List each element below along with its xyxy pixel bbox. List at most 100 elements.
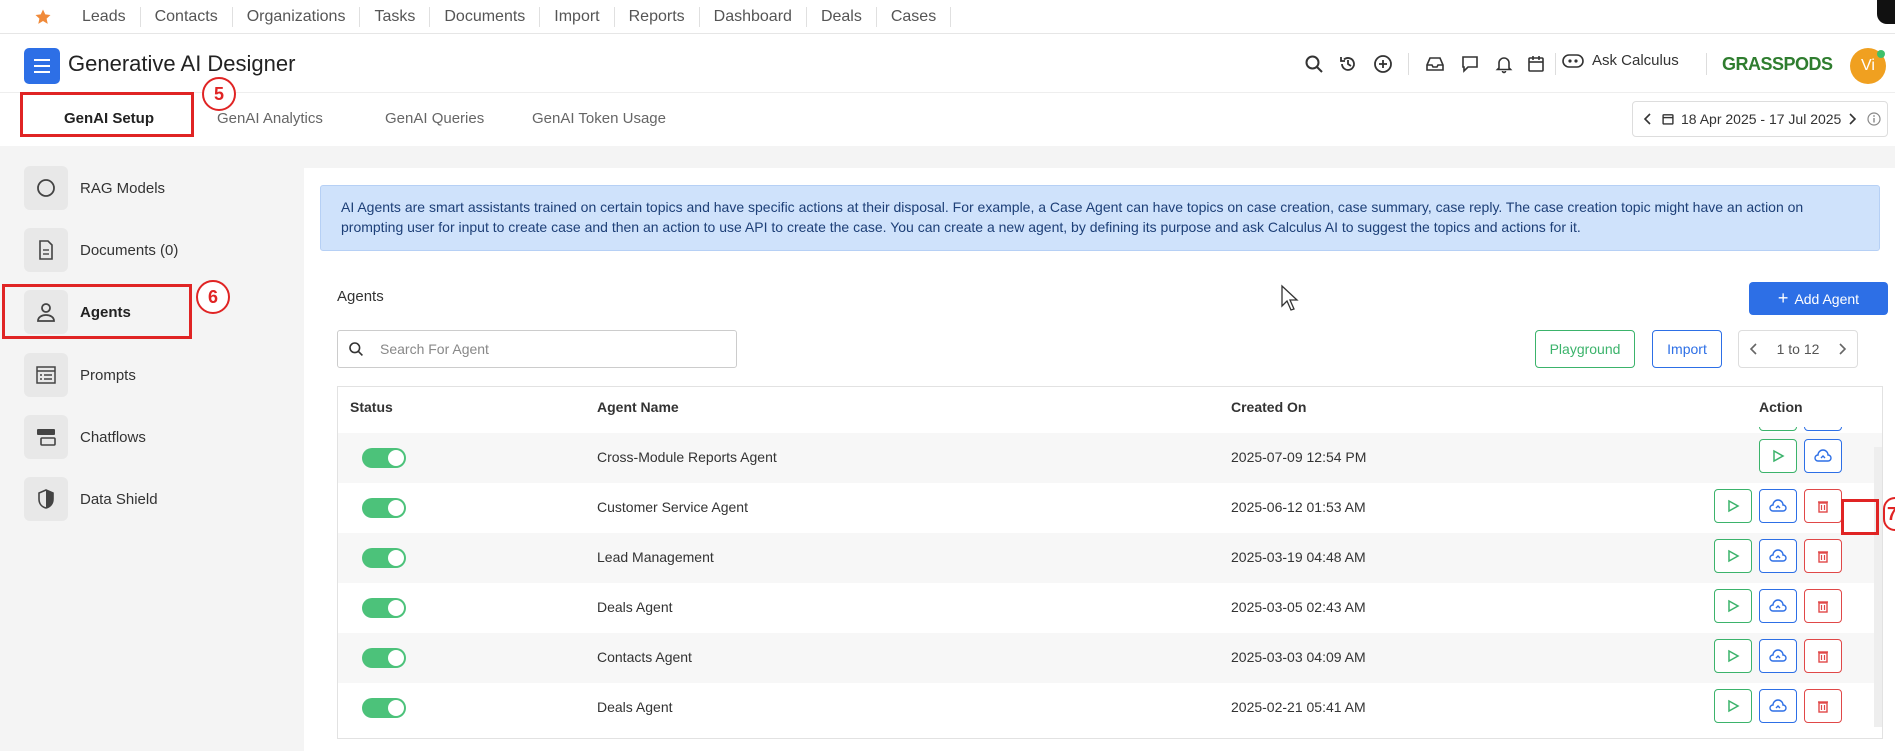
sidebar-item-chatflows[interactable]: Chatflows [24,415,192,459]
import-button[interactable]: Import [1652,330,1722,368]
avatar-initials: Vi [1861,57,1875,74]
sidebar-item-rag-models[interactable]: RAG Models [24,166,192,210]
export-agent-button[interactable] [1759,539,1797,573]
status-toggle[interactable] [362,548,406,568]
sidebar-item-label: Chatflows [80,428,146,446]
status-toggle[interactable] [362,498,406,518]
search-box [337,330,737,368]
run-agent-button[interactable] [1759,439,1797,473]
nav-import[interactable]: Import [540,6,615,27]
export-agent-button[interactable] [1759,489,1797,523]
run-agent-button[interactable] [1714,539,1752,573]
star-icon[interactable] [34,8,52,26]
table-row[interactable]: Lead Management 2025-03-19 04:48 AM [338,533,1882,583]
nav-dashboard[interactable]: Dashboard [700,6,807,27]
sidebar-item-documents[interactable]: Documents (0) [24,228,192,272]
agents-table: Status Agent Name Created On Action Cros… [337,386,1883,739]
created-on: 2025-06-12 01:53 AM [1231,499,1366,515]
nav-deals[interactable]: Deals [807,6,877,27]
add-agent-button[interactable]: + Add Agent [1749,282,1888,315]
nav-organizations[interactable]: Organizations [233,6,361,27]
search-icon[interactable] [1302,52,1326,76]
status-toggle[interactable] [362,598,406,618]
menu-button[interactable] [24,48,60,84]
plus-icon: + [1777,288,1789,308]
inbox-icon[interactable] [1423,52,1447,76]
header-divider [1555,53,1556,75]
sidebar-item-label: RAG Models [80,179,166,197]
corner-decoration [1877,0,1895,24]
play-icon [1728,649,1740,663]
delete-agent-button[interactable] [1804,689,1842,723]
info-banner: AI Agents are smart assistants trained o… [320,185,1880,251]
agent-name: Customer Service Agent [597,499,748,515]
info-icon[interactable] [1867,112,1881,126]
chat-icon[interactable] [1458,52,1482,76]
circle-icon [24,166,68,210]
tab-genai-queries[interactable]: GenAI Queries [385,110,484,127]
export-agent-button[interactable] [1759,639,1797,673]
annotation-box-sidebar [2,284,192,339]
sidebar-item-label: Prompts [80,366,136,384]
export-agent-button[interactable] [1759,589,1797,623]
export-agent-button[interactable] [1759,689,1797,723]
date-range-picker[interactable]: 18 Apr 2025 - 17 Jul 2025 [1632,101,1888,137]
annotation-marker-7: 7 [1883,497,1895,531]
table-row[interactable]: Customer Service Agent 2025-06-12 01:53 … [338,483,1882,533]
delete-agent-button[interactable] [1804,589,1842,623]
calendar-icon[interactable] [1524,52,1548,76]
created-on: 2025-02-21 05:41 AM [1231,699,1366,715]
table-row[interactable]: Contacts Agent 2025-03-03 04:09 AM [338,633,1882,683]
avatar[interactable]: Vi [1850,48,1886,84]
status-toggle[interactable] [362,448,406,468]
tab-genai-token-usage[interactable]: GenAI Token Usage [532,110,666,127]
playground-button[interactable]: Playground [1535,330,1635,368]
nav-tasks[interactable]: Tasks [360,6,431,27]
export-agent-button[interactable] [1804,439,1842,473]
nav-reports[interactable]: Reports [615,6,700,27]
pager-text: 1 to 12 [1776,341,1820,357]
search-input[interactable] [380,341,720,357]
trash-icon [1818,501,1828,513]
sidebar-item-data-shield[interactable]: Data Shield [24,477,192,521]
nav-contacts[interactable]: Contacts [141,6,233,27]
status-toggle[interactable] [362,698,406,718]
run-agent-button[interactable] [1714,689,1752,723]
header-agent-name: Agent Name [597,399,679,415]
created-on: 2025-03-19 04:48 AM [1231,549,1366,565]
top-navigation: Leads Contacts Organizations Tasks Docum… [0,0,1895,34]
delete-agent-button[interactable] [1804,539,1842,573]
nav-cases[interactable]: Cases [877,6,952,27]
annotation-marker-5: 5 [202,77,236,111]
sidebar: RAG Models Documents (0) Agents Prompts … [0,146,300,751]
bell-icon[interactable] [1492,52,1516,76]
created-on: 2025-03-03 04:09 AM [1231,649,1366,665]
nav-leads[interactable]: Leads [68,6,141,27]
section-title: Agents [337,288,384,305]
table-row[interactable]: Deals Agent 2025-02-21 05:41 AM [338,683,1882,733]
agent-name: Lead Management [597,549,714,565]
chevron-left-icon[interactable] [1749,343,1759,355]
run-agent-button[interactable] [1714,589,1752,623]
hamburger-icon [34,59,50,73]
history-icon[interactable] [1336,52,1360,76]
table-row[interactable]: Cross-Module Reports Agent 2025-07-09 12… [338,433,1882,483]
chevron-right-icon[interactable] [1837,343,1847,355]
delete-agent-button[interactable] [1804,639,1842,673]
table-row[interactable]: Deals Agent 2025-03-05 02:43 AM [338,583,1882,633]
trash-icon [1818,601,1828,613]
ask-calculus-button[interactable]: Ask Calculus [1562,52,1679,69]
tab-genai-analytics[interactable]: GenAI Analytics [217,110,323,127]
status-toggle[interactable] [362,648,406,668]
date-range-text: 18 Apr 2025 - 17 Jul 2025 [1681,111,1842,127]
table-scrollbar[interactable] [1874,447,1882,727]
nav-documents[interactable]: Documents [430,6,541,27]
app-header: Generative AI Designer Ask Calculus GRAS… [0,35,1895,93]
delete-agent-button[interactable] [1804,489,1842,523]
chevron-right-icon[interactable] [1847,113,1857,125]
run-agent-button[interactable] [1714,639,1752,673]
sidebar-item-prompts[interactable]: Prompts [24,353,192,397]
chevron-left-icon[interactable] [1643,113,1653,125]
run-agent-button[interactable] [1714,489,1752,523]
add-circle-icon[interactable] [1371,52,1395,76]
